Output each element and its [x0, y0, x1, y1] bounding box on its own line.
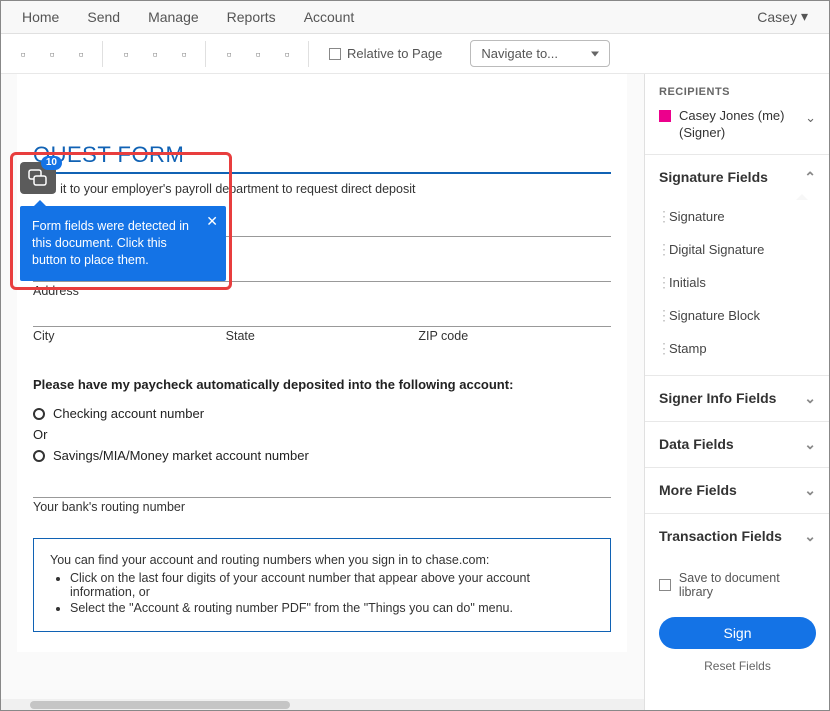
- chevron-down-icon: ⌄: [805, 110, 816, 126]
- align-left-button[interactable]: ▫: [113, 41, 139, 67]
- recipients-title: RECIPIENTS: [645, 74, 830, 104]
- label-checking: Checking account number: [53, 406, 204, 421]
- user-name: Casey: [757, 9, 797, 25]
- save-to-library-toggle[interactable]: Save to document library: [645, 559, 830, 611]
- label-savings: Savings/MIA/Money market account number: [53, 448, 309, 463]
- section-signer-info-label: Signer Info Fields: [659, 390, 776, 406]
- align-top-button[interactable]: ▫: [10, 41, 36, 67]
- info-box: You can find your account and routing nu…: [33, 538, 611, 632]
- section-data-fields[interactable]: Data Fields ⌄: [645, 422, 830, 467]
- chevron-up-icon: ⌃: [804, 169, 816, 186]
- field-type-digital-signature[interactable]: Digital Signature: [645, 233, 830, 266]
- label-zip: ZIP code: [418, 329, 611, 343]
- detect-fields-badge: 10: [41, 156, 62, 170]
- chevron-down-icon: ⌄: [804, 436, 816, 453]
- form-fields-icon: [28, 169, 48, 187]
- match-size-button[interactable]: ▫: [274, 41, 300, 67]
- sign-button[interactable]: Sign: [659, 617, 816, 649]
- relative-to-page-toggle[interactable]: Relative to Page: [319, 46, 452, 61]
- document-page: QUEST FORM take it to your employer's pa…: [17, 74, 627, 652]
- detect-fields-button[interactable]: 10: [20, 162, 56, 194]
- form-intro: take it to your employer's payroll depar…: [33, 182, 611, 196]
- field-state[interactable]: [226, 326, 419, 327]
- field-type-signature-block[interactable]: Signature Block: [645, 299, 830, 332]
- fields-panel: RECIPIENTS Casey Jones (me) (Signer) ⌄ S…: [644, 74, 830, 711]
- field-city[interactable]: [33, 326, 226, 327]
- label-state: State: [226, 329, 419, 343]
- user-menu[interactable]: Casey ▾: [743, 8, 822, 25]
- align-center-button[interactable]: ▫: [142, 41, 168, 67]
- chevron-down-icon: ⌄: [804, 482, 816, 499]
- info-intro: You can find your account and routing nu…: [50, 553, 594, 567]
- section-more-label: More Fields: [659, 482, 737, 498]
- document-canvas[interactable]: QUEST FORM take it to your employer's pa…: [0, 74, 644, 711]
- save-to-library-label: Save to document library: [679, 571, 816, 599]
- recipient-color-swatch: [659, 110, 671, 122]
- recipient-name: Casey Jones (me) (Signer): [679, 108, 784, 142]
- label-or: Or: [33, 427, 611, 442]
- label-address: Address: [33, 284, 611, 298]
- horizontal-scrollbar[interactable]: [0, 699, 644, 711]
- checkbox-icon: [659, 579, 671, 591]
- distribute-h-button[interactable]: ▫: [216, 41, 242, 67]
- tooltip-text: Form fields were detected in this docume…: [32, 219, 189, 267]
- info-item-2: Select the "Account & routing number PDF…: [70, 601, 594, 615]
- nav-home[interactable]: Home: [8, 0, 73, 34]
- field-type-initials[interactable]: Initials: [645, 266, 830, 299]
- nav-reports[interactable]: Reports: [213, 0, 290, 34]
- navigate-select[interactable]: Navigate to...: [470, 40, 610, 67]
- label-city: City: [33, 329, 226, 343]
- checkbox-icon: [329, 48, 341, 60]
- align-bottom-button[interactable]: ▫: [68, 41, 94, 67]
- nav-send[interactable]: Send: [73, 0, 134, 34]
- align-right-button[interactable]: ▫: [171, 41, 197, 67]
- chevron-down-icon: ⌄: [804, 528, 816, 545]
- reset-fields-link[interactable]: Reset Fields: [645, 655, 830, 683]
- nav-account[interactable]: Account: [290, 0, 369, 34]
- scrollbar-thumb[interactable]: [30, 701, 290, 709]
- tooltip-close-button[interactable]: ✕: [206, 214, 218, 228]
- distribute-v-button[interactable]: ▫: [245, 41, 271, 67]
- field-type-stamp[interactable]: Stamp: [645, 332, 830, 365]
- field-address[interactable]: [33, 281, 611, 282]
- section-data-label: Data Fields: [659, 436, 734, 452]
- section-transaction-fields[interactable]: Transaction Fields ⌄: [645, 514, 830, 559]
- alignment-toolbar: ▫ ▫ ▫ ▫ ▫ ▫ ▫ ▫ ▫ Relative to Page Navig…: [0, 34, 830, 74]
- section-transaction-label: Transaction Fields: [659, 528, 782, 544]
- chevron-down-icon: ▾: [801, 8, 808, 25]
- section-signer-info-fields[interactable]: Signer Info Fields ⌄: [645, 376, 830, 421]
- field-zip[interactable]: [418, 326, 611, 327]
- detect-fields-tooltip: Form fields were detected in this docume…: [20, 206, 226, 281]
- section-signature-label: Signature Fields: [659, 169, 768, 185]
- form-title: QUEST FORM: [33, 142, 611, 174]
- recipient-row[interactable]: Casey Jones (me) (Signer) ⌄: [645, 104, 830, 154]
- section-more-fields[interactable]: More Fields ⌄: [645, 468, 830, 513]
- chevron-down-icon: ⌄: [804, 390, 816, 407]
- nav-manage[interactable]: Manage: [134, 0, 213, 34]
- radio-savings[interactable]: [33, 450, 45, 462]
- radio-checking[interactable]: [33, 408, 45, 420]
- relative-to-page-label: Relative to Page: [347, 46, 442, 61]
- signature-fields-list: Signature Digital Signature Initials Sig…: [645, 200, 830, 375]
- navigate-select-label: Navigate to...: [481, 46, 558, 61]
- field-routing[interactable]: [33, 497, 611, 498]
- label-routing: Your bank's routing number: [33, 500, 611, 514]
- deposit-heading: Please have my paycheck automatically de…: [33, 377, 611, 392]
- align-middle-button[interactable]: ▫: [39, 41, 65, 67]
- info-item-1: Click on the last four digits of your ac…: [70, 571, 594, 599]
- top-nav: Home Send Manage Reports Account Casey ▾: [0, 0, 830, 34]
- field-type-signature[interactable]: Signature: [645, 200, 830, 233]
